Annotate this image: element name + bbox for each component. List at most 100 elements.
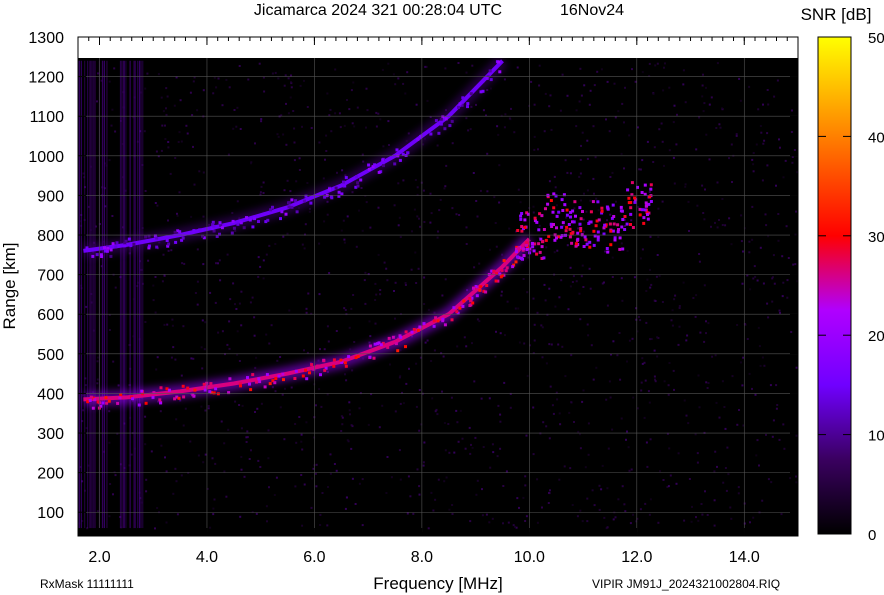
noise-pixel (346, 496, 348, 499)
trace-pixel (538, 250, 542, 254)
noise-pixel (365, 126, 367, 129)
noise-pixel (704, 188, 706, 191)
noise-pixel (791, 109, 793, 112)
noise-pixel (117, 384, 120, 387)
noise-pixel (346, 99, 348, 101)
noise-pixel (437, 478, 440, 481)
noise-pixel (586, 520, 589, 523)
trace-pixel (220, 226, 224, 230)
noise-pixel (652, 161, 655, 163)
noise-pixel (192, 357, 195, 360)
trace-pixel (488, 69, 492, 73)
noise-pixel (207, 405, 210, 407)
noise-pixel (406, 512, 409, 515)
trace-pixel (239, 384, 242, 388)
noise-pixel (718, 123, 721, 126)
noise-pixel (499, 420, 502, 423)
trace-pixel (290, 205, 294, 209)
noise-pixel (668, 149, 671, 152)
noise-pixel (598, 484, 601, 487)
noise-pixel (305, 307, 308, 310)
trace-pixel (404, 330, 408, 334)
noise-pixel (164, 124, 166, 127)
noise-pixel (772, 254, 775, 257)
noise-pixel (593, 84, 596, 87)
noise-pixel (306, 182, 309, 184)
noise-pixel (326, 213, 329, 216)
noise-pixel (469, 128, 472, 131)
x-tick-label: 2.0 (88, 549, 110, 566)
noise-pixel (108, 515, 111, 518)
trace-pixel (373, 163, 377, 167)
trace-pixel (265, 373, 269, 377)
trace-pixel (514, 260, 518, 264)
noise-pixel (284, 74, 287, 77)
noise-pixel (741, 282, 744, 285)
noise-pixel (194, 292, 197, 294)
noise-pixel (463, 336, 466, 339)
noise-pixel (425, 65, 428, 68)
trace-pixel (564, 229, 568, 233)
trace-pixel (466, 102, 470, 106)
trace-pixel (582, 245, 586, 248)
noise-pixel (725, 489, 728, 492)
noise-pixel (152, 284, 155, 287)
noise-pixel (578, 100, 581, 103)
trace-pixel (644, 201, 648, 205)
noise-pixel (705, 332, 707, 335)
trace-pixel (571, 230, 575, 234)
noise-pixel (431, 397, 434, 400)
trace-pixel (611, 203, 615, 207)
noise-pixel (494, 355, 497, 358)
trace-pixel (344, 364, 348, 368)
noise-pixel (461, 437, 464, 440)
noise-pixel (349, 413, 351, 416)
noise-pixel (776, 404, 779, 406)
noise-pixel (418, 493, 421, 496)
noise-pixel (190, 357, 193, 360)
noise-pixel (289, 96, 292, 99)
noise-pixel (532, 297, 535, 300)
noise-pixel (652, 92, 655, 95)
noise-pixel (451, 513, 454, 515)
trace-pixel (287, 201, 291, 205)
noise-pixel (343, 241, 346, 244)
noise-pixel (583, 192, 585, 195)
noise-pixel (240, 427, 243, 430)
noise-pixel (729, 506, 732, 509)
noise-pixel (703, 284, 706, 287)
noise-pixel (735, 134, 738, 137)
noise-pixel (386, 456, 389, 458)
noise-pixel (782, 281, 785, 284)
noise-pixel (785, 225, 788, 228)
trace-pixel (489, 78, 493, 82)
noise-pixel (612, 340, 615, 343)
noise-pixel (499, 413, 502, 416)
noise-pixel (649, 268, 651, 271)
trace-pixel (396, 349, 400, 353)
noise-pixel (348, 326, 351, 329)
noise-pixel (688, 230, 690, 232)
trace-pixel (198, 228, 202, 232)
noise-pixel (447, 423, 450, 425)
trace-pixel (498, 70, 502, 74)
trace-pixel (100, 255, 104, 258)
trace-pixel (88, 398, 92, 402)
noise-pixel (338, 112, 341, 115)
noise-pixel (587, 334, 590, 337)
trace-pixel (109, 254, 113, 258)
trace-pixel (444, 117, 448, 121)
noise-pixel (764, 213, 767, 216)
noise-pixel (676, 113, 678, 116)
noise-pixel (186, 132, 189, 135)
trace-pixel (323, 195, 327, 199)
trace-pixel (116, 401, 120, 405)
noise-pixel (300, 474, 303, 476)
trace-pixel (203, 388, 207, 392)
trace-pixel (343, 361, 347, 365)
noise-pixel (586, 323, 589, 326)
trace-pixel (517, 246, 520, 250)
noise-streak (91, 60, 93, 529)
noise-pixel (356, 106, 359, 109)
noise-pixel (327, 340, 330, 343)
